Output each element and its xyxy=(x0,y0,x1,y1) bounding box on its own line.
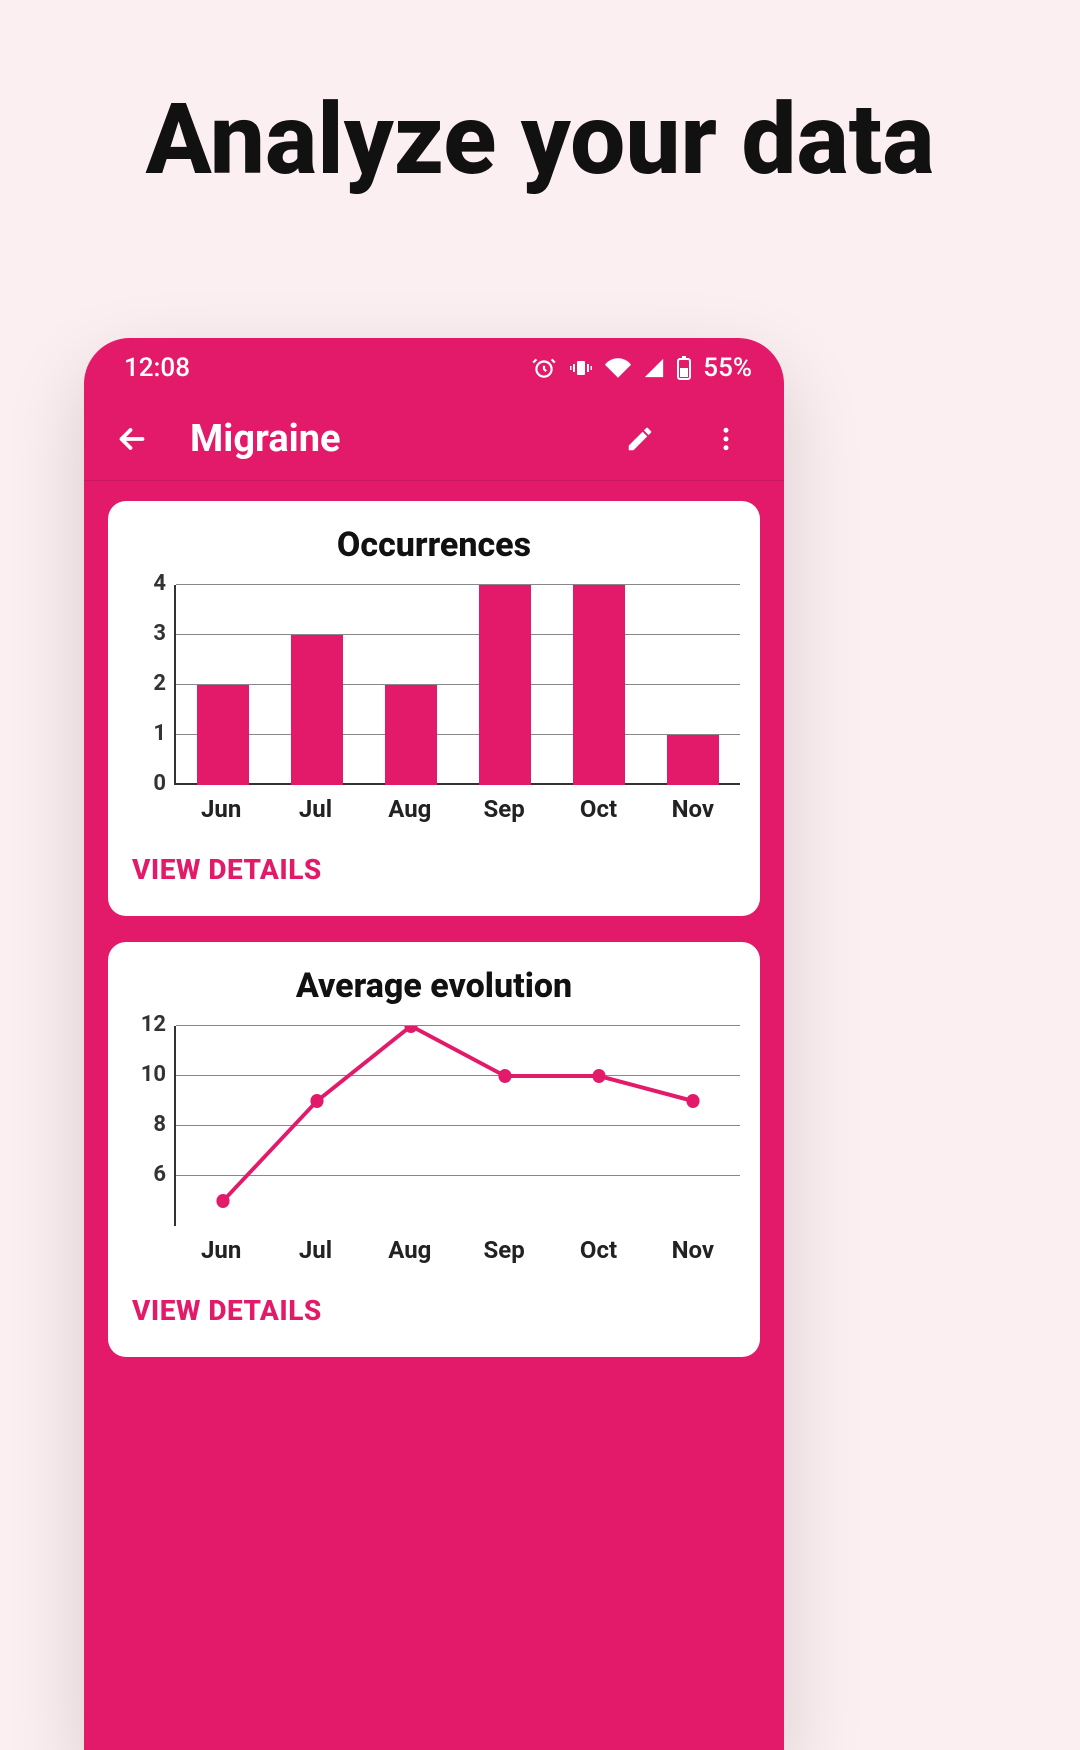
status-right: 55% xyxy=(531,353,752,383)
y-tick: 6 xyxy=(153,1162,166,1187)
bar-chart: 43210 xyxy=(128,585,740,785)
app-bar: Migraine xyxy=(84,398,784,480)
y-tick: 10 xyxy=(141,1062,166,1087)
back-button[interactable] xyxy=(104,411,160,467)
x-tick: Jul xyxy=(268,795,362,823)
plot-area xyxy=(174,585,740,785)
bar-slot xyxy=(270,585,364,785)
bar xyxy=(573,585,625,785)
status-time: 12:08 xyxy=(124,353,190,383)
battery-percent: 55% xyxy=(703,353,752,383)
phone-frame: 12:08 55% Migraine xyxy=(84,338,784,1750)
x-tick: Jul xyxy=(268,1236,362,1264)
x-axis: JunJulAugSepOctNov xyxy=(174,795,740,823)
wifi-icon xyxy=(605,355,631,381)
battery-icon xyxy=(677,356,691,380)
y-axis: 43210 xyxy=(128,585,174,785)
edit-button[interactable] xyxy=(612,411,668,467)
x-tick: Aug xyxy=(363,795,457,823)
x-tick: Sep xyxy=(457,1236,551,1264)
bar-slot xyxy=(364,585,458,785)
status-bar: 12:08 55% xyxy=(84,338,784,398)
content-area: Occurrences 43210 JunJulAugSepOctNov VIE… xyxy=(84,480,784,1357)
page-title: Analyze your data xyxy=(0,0,1080,194)
view-details-button[interactable]: VIEW DETAILS xyxy=(128,853,740,886)
signal-icon xyxy=(643,357,665,379)
plot-area xyxy=(174,1026,740,1226)
line-chart: 681012 xyxy=(128,1026,740,1226)
occurrences-card: Occurrences 43210 JunJulAugSepOctNov VIE… xyxy=(108,501,760,916)
y-axis: 681012 xyxy=(128,1026,174,1226)
screen-title: Migraine xyxy=(190,417,582,461)
bar xyxy=(667,735,719,785)
bar-slot xyxy=(458,585,552,785)
x-tick: Sep xyxy=(457,795,551,823)
bar xyxy=(291,635,343,785)
card-title: Occurrences xyxy=(128,525,740,565)
line-series xyxy=(176,1026,740,1226)
x-axis: JunJulAugSepOctNov xyxy=(174,1236,740,1264)
x-tick: Aug xyxy=(363,1236,457,1264)
more-menu-button[interactable] xyxy=(698,411,754,467)
alarm-icon xyxy=(531,355,557,381)
x-tick: Oct xyxy=(551,795,645,823)
view-details-button[interactable]: VIEW DETAILS xyxy=(128,1294,740,1327)
bar xyxy=(197,685,249,785)
bar-slot xyxy=(552,585,646,785)
vibrate-icon xyxy=(569,356,593,380)
x-tick: Jun xyxy=(174,795,268,823)
bar xyxy=(385,685,437,785)
x-tick: Jun xyxy=(174,1236,268,1264)
x-tick: Oct xyxy=(551,1236,645,1264)
x-tick: Nov xyxy=(646,795,740,823)
bar-slot xyxy=(176,585,270,785)
bars xyxy=(176,585,740,785)
avg-evolution-card: Average evolution 6 8 10 12 JunJulAugSepOct… xyxy=(108,942,760,1357)
y-tick: 12 xyxy=(141,1012,166,1037)
bar xyxy=(479,585,531,785)
x-tick: Nov xyxy=(646,1236,740,1264)
bar-slot xyxy=(646,585,740,785)
card-title: Average evolution xyxy=(128,966,740,1006)
y-tick: 8 xyxy=(153,1112,166,1137)
